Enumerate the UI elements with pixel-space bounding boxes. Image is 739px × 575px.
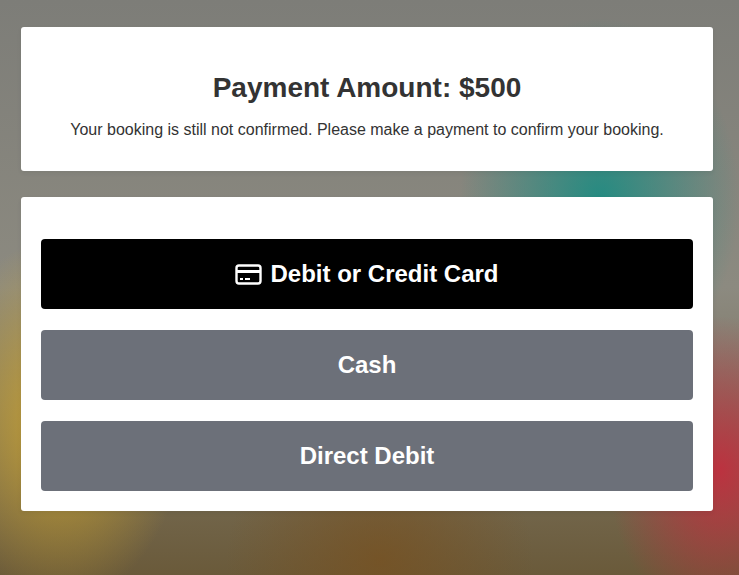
payment-methods: Debit or Credit Card Cash Direct Debit [21,197,713,511]
payment-message: Your booking is still not confirmed. Ple… [37,119,697,141]
payment-method-label: Debit or Credit Card [270,259,498,289]
payment-method-button[interactable]: Direct Debit [41,421,693,491]
payment-method-label: Direct Debit [300,441,435,471]
payment-summary: Payment Amount: $500 Your booking is stil… [21,27,713,171]
payment-title: Payment Amount: $500 [37,71,697,105]
credit-card-icon [235,264,262,285]
payment-method-button[interactable]: Debit or Credit Card [41,239,693,309]
payment-page: Payment Amount: $500 Your booking is stil… [21,27,713,511]
payment-method-label: Cash [338,350,397,380]
payment-method-content: Cash [338,350,397,380]
payment-method-content: Direct Debit [300,441,435,471]
payment-method-content: Debit or Credit Card [235,259,498,289]
payment-method-button[interactable]: Cash [41,330,693,400]
